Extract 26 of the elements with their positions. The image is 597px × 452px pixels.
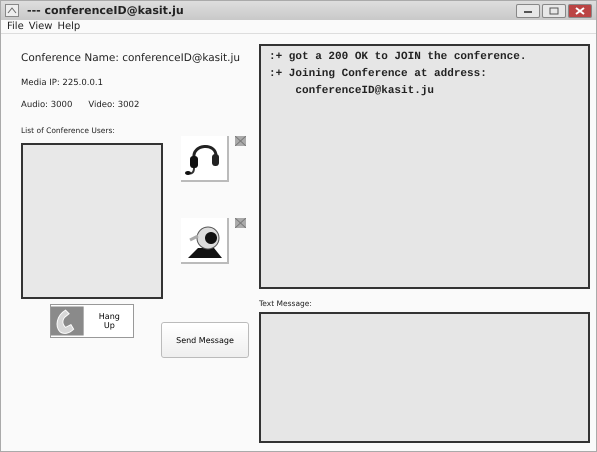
message-input[interactable] [259,312,590,443]
broken-image-icon [235,218,246,228]
app-icon [5,4,19,17]
webcam-button[interactable] [181,218,229,264]
menu-item[interactable]: Help [57,21,80,32]
broken-image-icon [235,136,246,146]
log-line: :+ got a 200 OK to JOIN the conference. [269,50,528,65]
menu-item[interactable]: File [7,21,24,32]
send-message-button[interactable]: Send Message [161,322,249,358]
audio-port: Audio: 3000 [21,100,72,110]
conference-name: Conference Name: conferenceID@kasit.ju [21,52,242,64]
maximize-button[interactable] [542,4,566,18]
media-ip: Media IP: 225.0.0.1 [21,78,104,88]
video-port: Video: 3002 [88,100,140,110]
maximize-icon [549,6,559,14]
window-title: --- conferenceID@kasit.ju [27,4,185,17]
phone-icon [51,305,84,337]
menu-item[interactable]: View [28,21,52,32]
minimize-button[interactable] [516,4,540,18]
headset-button[interactable] [181,136,229,182]
user-list[interactable] [21,143,163,299]
log-line: :+ Joining Conference at address: [269,66,488,82]
close-icon [575,6,585,14]
hang-up-button[interactable]: Hang Up [50,304,134,338]
close-button[interactable] [568,4,592,18]
log-line: conferenceID@kasit.ju [294,84,436,99]
